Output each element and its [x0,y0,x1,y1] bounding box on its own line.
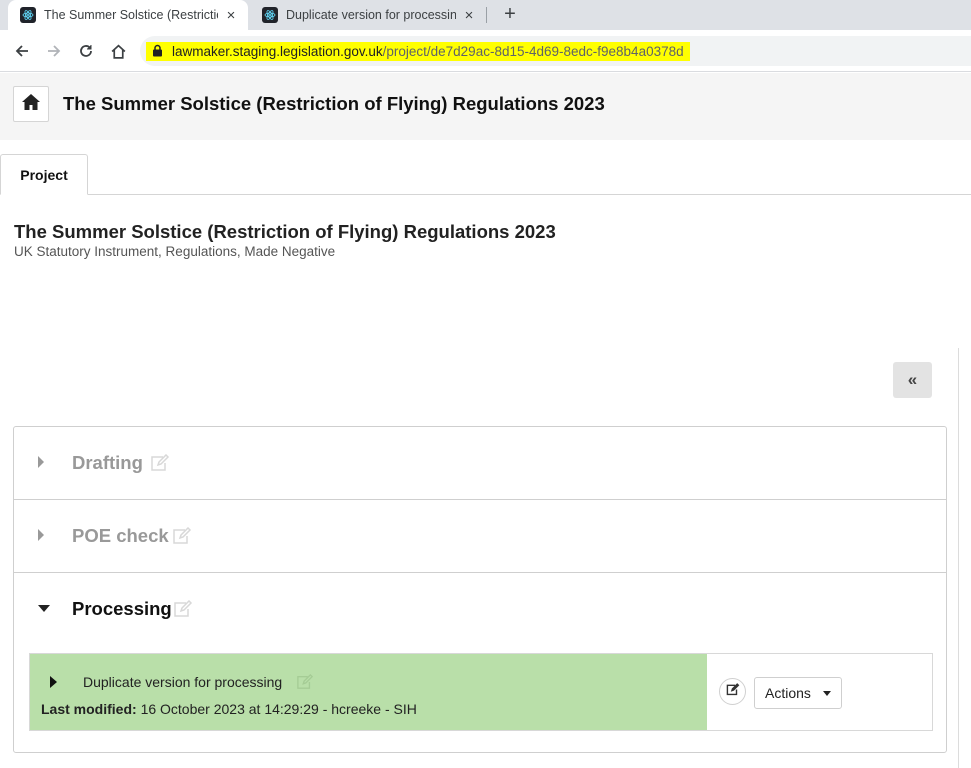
browser-tab-title: Duplicate version for processing [286,8,456,22]
edit-icon[interactable] [173,599,193,623]
last-modified-value: 16 October 2023 at 14:29:29 - hcreeke - … [140,701,417,717]
browser-toolbar: lawmaker.staging.legislation.gov.uk/proj… [0,30,971,72]
caret-right-icon[interactable] [38,456,44,468]
react-favicon-icon [20,7,36,23]
browser-tab-bar: The Summer Solstice (Restriction × Dupli… [0,0,971,30]
tab-separator [486,7,487,23]
react-favicon-icon [262,7,278,23]
project-subtitle: UK Statutory Instrument, Regulations, Ma… [14,244,336,259]
panel-divider [958,348,959,768]
reload-icon[interactable] [73,38,99,64]
stage-processing[interactable]: Processing [14,573,946,646]
lock-icon [152,44,163,62]
home-icon [21,93,41,116]
collapse-panel-button[interactable]: « [893,362,932,398]
stage-poe-check[interactable]: POE check [14,500,946,573]
edit-icon[interactable] [172,526,192,550]
app-header: The Summer Solstice (Restriction of Flyi… [0,73,971,140]
stage-label: POE check [72,525,169,546]
chevron-down-icon [822,690,831,696]
url-host: lawmaker.staging.legislation.gov.uk [172,44,383,59]
page-title: The Summer Solstice (Restriction of Flyi… [63,93,605,114]
version-title: Duplicate version for processing [83,674,283,690]
stage-label: Processing [72,598,172,619]
browser-tab-active[interactable]: The Summer Solstice (Restriction × [8,0,248,30]
url-text[interactable]: lawmaker.staging.legislation.gov.uk/proj… [146,42,690,61]
caret-down-icon[interactable] [38,605,50,612]
page-tabs: Project [0,154,971,195]
edit-icon[interactable] [296,673,314,695]
forward-arrow-icon[interactable] [41,38,67,64]
tab-project[interactable]: Project [0,154,88,195]
version-card: Duplicate version for processing Last mo… [29,653,933,731]
browser-tab-inactive[interactable]: Duplicate version for processing × [250,0,486,30]
actions-label: Actions [765,685,811,701]
close-tab-icon[interactable]: × [460,7,478,24]
stages-accordion: Drafting POE check Processing Duplicate … [13,426,947,753]
home-button[interactable] [13,86,49,122]
version-summary[interactable]: Duplicate version for processing Last mo… [30,654,707,730]
edit-version-button[interactable] [719,678,746,705]
last-modified-label: Last modified: [41,701,137,717]
caret-right-icon[interactable] [50,676,57,688]
back-arrow-icon[interactable] [9,38,35,64]
home-icon[interactable] [105,38,131,64]
caret-right-icon[interactable] [38,529,44,541]
project-title: The Summer Solstice (Restriction of Flyi… [14,221,556,242]
edit-icon [726,682,740,701]
stage-drafting[interactable]: Drafting [14,427,946,500]
edit-icon[interactable] [150,453,170,477]
url-path: /project/de7d29ac-8d15-4d69-8edc-f9e8b4a… [382,44,684,59]
actions-dropdown[interactable]: Actions [754,677,842,709]
new-tab-button[interactable]: + [498,2,522,26]
last-modified: Last modified: 16 October 2023 at 14:29:… [41,701,417,717]
close-tab-icon[interactable]: × [222,7,240,24]
browser-tab-title: The Summer Solstice (Restriction [44,8,218,22]
address-bar[interactable]: lawmaker.staging.legislation.gov.uk/proj… [140,36,971,66]
stage-label: Drafting [72,452,143,473]
